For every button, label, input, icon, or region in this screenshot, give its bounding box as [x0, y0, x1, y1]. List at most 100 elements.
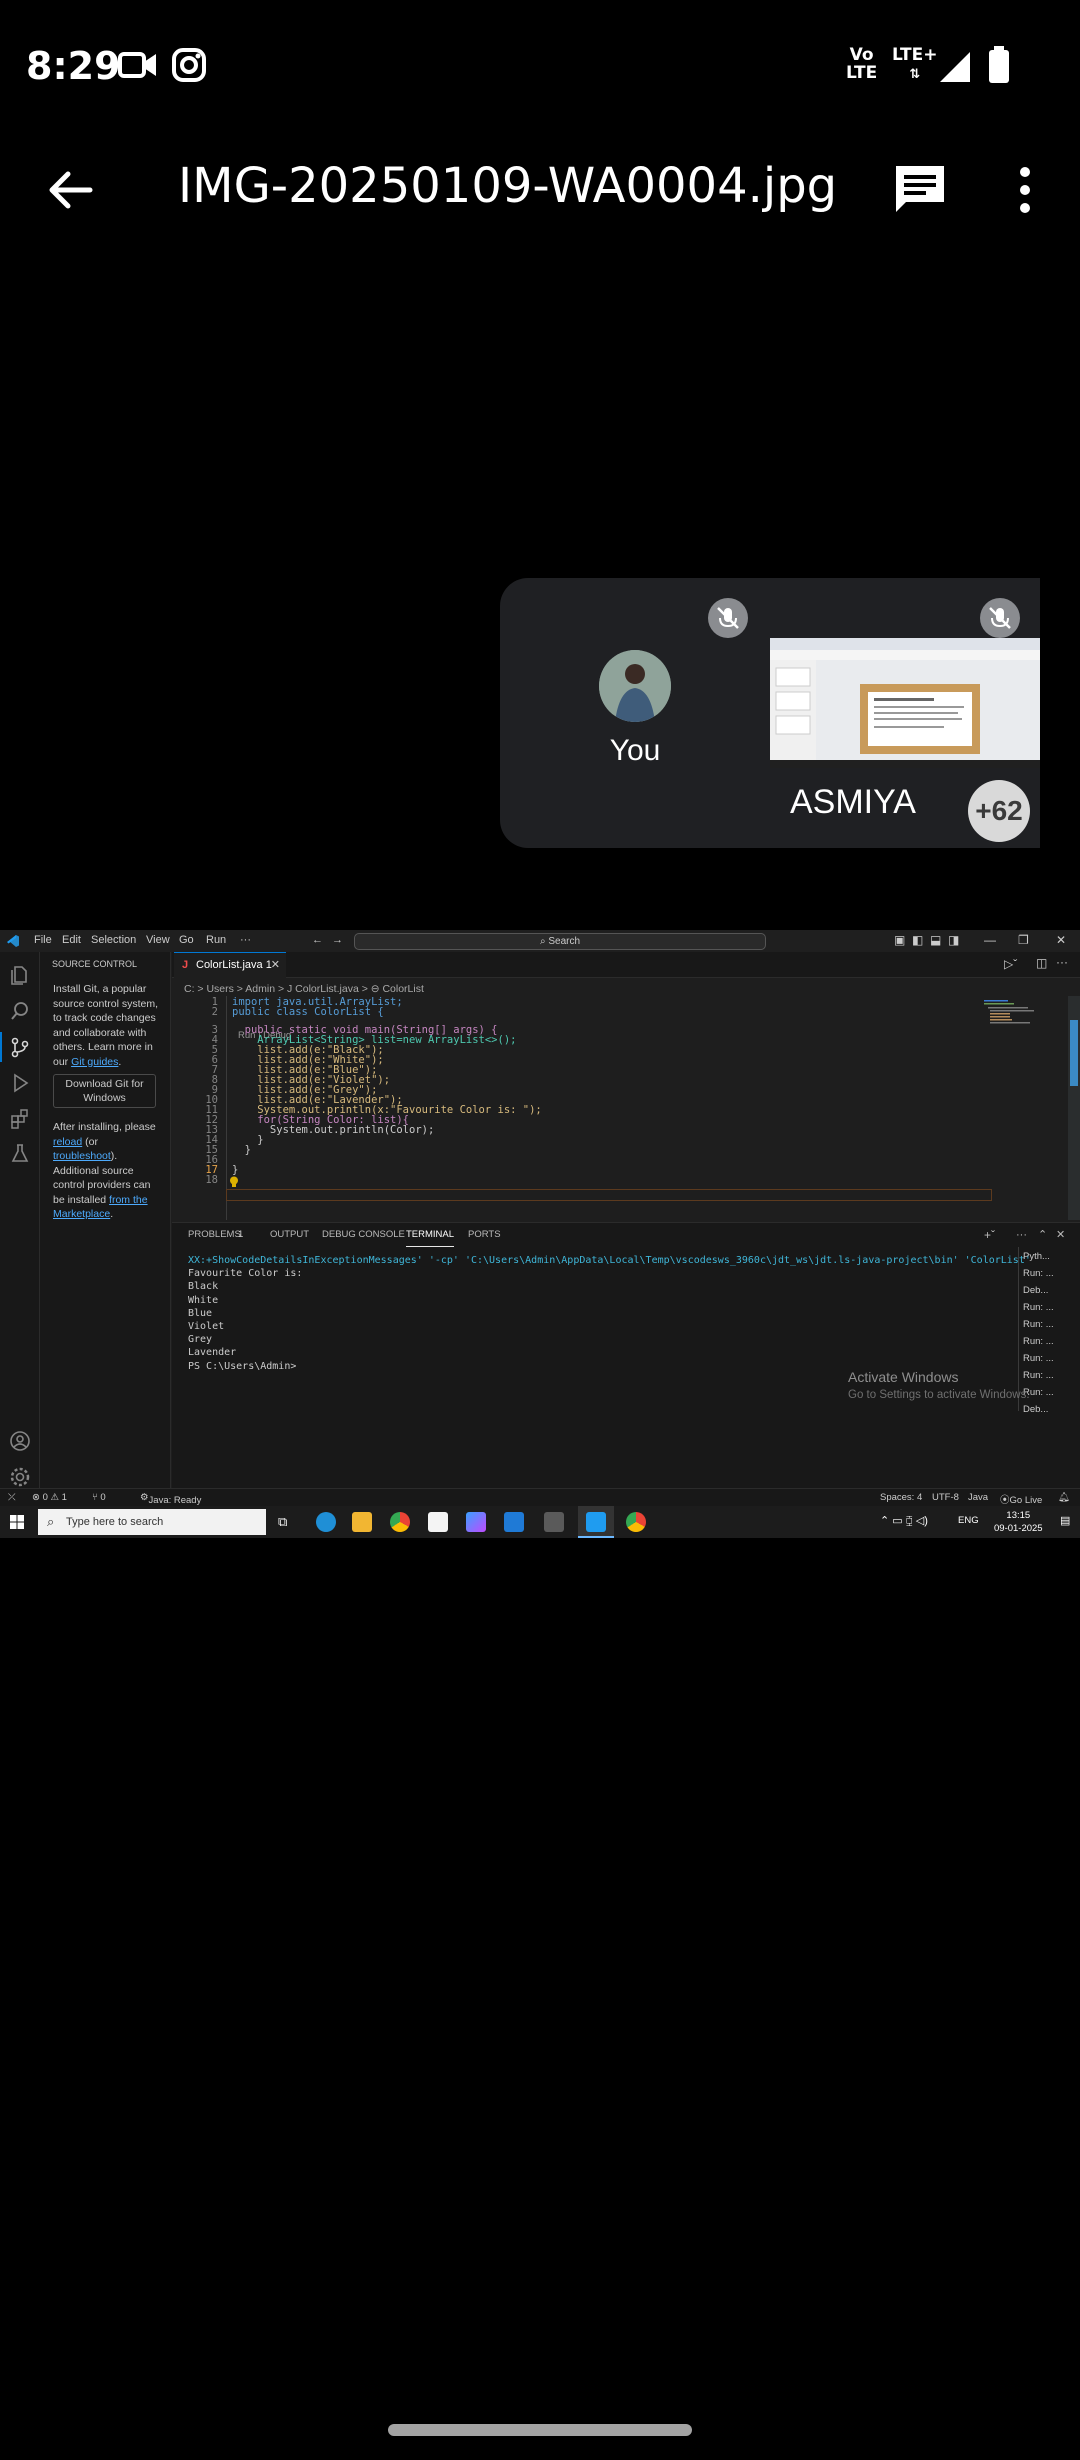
terminal-instance[interactable]: Run: ... [1023, 1353, 1054, 1364]
reload-link[interactable]: reload [53, 1136, 82, 1148]
terminal-instance[interactable]: Deb... [1023, 1285, 1048, 1296]
toggle-sidebar-icon[interactable]: ◧ [912, 933, 923, 947]
vscode-taskbar-icon[interactable] [586, 1512, 606, 1532]
problems-status[interactable]: ⊗ 0 ⚠ 1 [32, 1492, 67, 1503]
file-explorer-icon[interactable] [352, 1512, 372, 1532]
nav-back-icon[interactable]: ← [312, 934, 323, 946]
back-arrow-icon[interactable] [40, 160, 100, 220]
tab-terminal[interactable]: TERMINAL [406, 1223, 455, 1247]
line-number: 18 [205, 1174, 218, 1186]
split-editor-icon[interactable]: ◫ [1036, 956, 1047, 970]
task-view-icon[interactable]: ⧉ [278, 1514, 287, 1530]
language-indicator[interactable]: ENG [958, 1515, 979, 1526]
editor-tabs: J ColorList.java 1 ✕ ▷ˇ ◫ ··· [172, 952, 1080, 978]
code-line: } [232, 1164, 239, 1176]
participants-count-badge[interactable]: +62 [968, 780, 1030, 842]
mail-icon[interactable] [504, 1512, 524, 1532]
terminal-line: PS C:\Users\Admin> [188, 1360, 297, 1372]
windows-start-icon[interactable] [10, 1515, 24, 1529]
troubleshoot-link[interactable]: troubleshoot [53, 1150, 111, 1162]
code-editor[interactable]: Run | Debug 1 import java.util.ArrayList;… [172, 996, 1080, 1220]
close-panel-icon[interactable]: ✕ [1056, 1223, 1065, 1247]
tab-colorlist-java[interactable]: J ColorList.java 1 ✕ [174, 952, 286, 978]
minimap[interactable] [980, 998, 1068, 1028]
language-status[interactable]: Java [968, 1492, 988, 1503]
edge-icon[interactable] [316, 1512, 336, 1532]
editor-scrollbar[interactable] [1068, 996, 1080, 1220]
terminal-instance[interactable]: Run: ... [1023, 1319, 1054, 1330]
search-icon[interactable] [9, 1000, 31, 1022]
restore-icon[interactable]: ❐ [1018, 933, 1029, 947]
terminal-instance[interactable]: Deb... [1023, 1404, 1048, 1415]
terminal-instance[interactable]: Run: ... [1023, 1302, 1054, 1313]
menu-selection[interactable]: Selection [91, 934, 136, 946]
tab-ports[interactable]: PORTS [468, 1223, 501, 1247]
lte-plus-indicator: LTE+ ⇅ [892, 45, 938, 82]
chrome-icon[interactable] [390, 1512, 410, 1532]
activate-windows-subtitle: Go to Settings to activate Windows. [848, 1389, 1030, 1401]
panel-more-icon[interactable]: ··· [1016, 1223, 1027, 1247]
terminal-instance[interactable]: Pyth... [1023, 1251, 1050, 1262]
participant-name: ASMIYA [790, 783, 916, 821]
indent-status[interactable]: Spaces: 4 [880, 1492, 922, 1503]
run-icon[interactable]: ▷ˇ [1004, 957, 1017, 971]
nav-forward-icon[interactable]: → [332, 934, 343, 946]
menu-more[interactable]: ··· [240, 934, 251, 946]
menu-run[interactable]: Run [206, 934, 226, 946]
gear-icon[interactable] [9, 1466, 31, 1488]
toggle-secondary-icon[interactable]: ◨ [948, 933, 959, 947]
java-status[interactable]: ⚙ Java: Ready [140, 1492, 201, 1506]
new-terminal-icon[interactable]: +ˇ [984, 1223, 995, 1247]
chrome-profile-icon[interactable] [626, 1512, 646, 1532]
toggle-panel-icon[interactable]: ⬓ [930, 933, 941, 947]
maximize-panel-icon[interactable]: ⌃ [1038, 1223, 1047, 1247]
editor-more-icon[interactable]: ··· [1056, 955, 1068, 969]
taskbar-clock[interactable]: 13:15 09-01-2025 [994, 1509, 1043, 1535]
menu-go[interactable]: Go [179, 934, 194, 946]
copilot-icon[interactable] [466, 1512, 486, 1532]
explorer-icon[interactable] [9, 964, 31, 986]
breadcrumb[interactable]: C: > Users > Admin > J ColorList.java > … [184, 983, 424, 995]
menu-file[interactable]: File [34, 934, 52, 946]
tab-problems[interactable]: PROBLEMS [188, 1223, 241, 1247]
extensions-icon[interactable] [9, 1108, 31, 1130]
remote-icon[interactable]: ⤫ [8, 1492, 16, 1503]
download-git-button[interactable]: Download Git for Windows [53, 1074, 156, 1108]
tab-debug-console[interactable]: DEBUG CONSOLE [322, 1223, 405, 1247]
more-options-icon[interactable] [1000, 160, 1050, 220]
menu-edit[interactable]: Edit [62, 934, 81, 946]
code-line: } [232, 1144, 251, 1156]
go-live-status[interactable]: ⦿ Go Live [1000, 1492, 1042, 1506]
sidebar-header: SOURCE CONTROL [52, 959, 138, 969]
ports-status[interactable]: ⑂ 0 [92, 1492, 106, 1503]
terminal-instance[interactable]: Run: ... [1023, 1336, 1054, 1347]
layout-icon[interactable]: ▣ [894, 933, 905, 947]
taskbar-search[interactable]: ⌕ Type here to search [38, 1509, 266, 1535]
command-search[interactable]: ⌕ Search [354, 933, 766, 950]
close-icon[interactable]: ✕ [1056, 933, 1066, 947]
encoding-status[interactable]: UTF-8 [932, 1492, 959, 1503]
tab-output[interactable]: OUTPUT [270, 1223, 309, 1247]
lightbulb-icon[interactable] [229, 1176, 239, 1188]
self-video-tile[interactable]: You [500, 578, 770, 848]
menu-view[interactable]: View [146, 934, 170, 946]
tab-close-icon[interactable]: ✕ [271, 953, 280, 977]
notification-icon[interactable]: 🔔︎ [1058, 1492, 1070, 1503]
minimize-icon[interactable]: — [984, 933, 996, 947]
testing-icon[interactable] [9, 1142, 31, 1164]
source-control-sidebar: SOURCE CONTROL Install Git, a popular so… [40, 952, 171, 1506]
store-icon[interactable] [428, 1512, 448, 1532]
comment-icon[interactable] [890, 160, 950, 220]
code-line: public class ColorList { [232, 1006, 384, 1018]
app-icon[interactable] [544, 1512, 564, 1532]
notification-center-icon[interactable]: ▤ [1060, 1514, 1070, 1527]
home-indicator[interactable] [388, 2424, 692, 2436]
terminal-instance[interactable]: Run: ... [1023, 1370, 1054, 1381]
git-guides-link[interactable]: Git guides [71, 1056, 118, 1068]
run-debug-icon[interactable] [9, 1072, 31, 1094]
source-control-icon[interactable] [9, 1036, 31, 1058]
account-icon[interactable] [9, 1430, 31, 1452]
terminal-instance[interactable]: Run: ... [1023, 1268, 1054, 1279]
screen-share-thumbnail [770, 638, 1040, 768]
system-tray-icons[interactable]: ⌃ ▭ ⧮ ◁) [880, 1514, 928, 1528]
